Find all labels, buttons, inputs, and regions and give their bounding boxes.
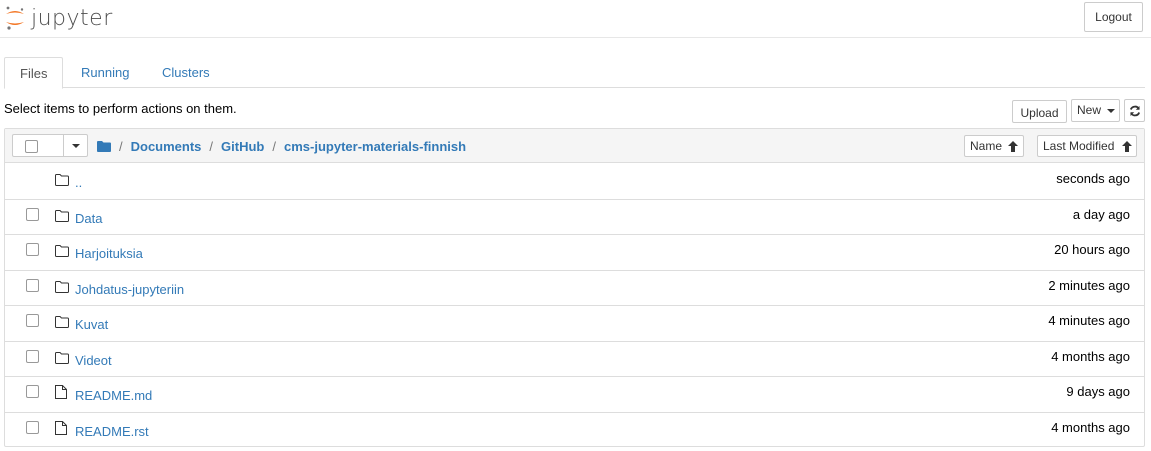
row-checkbox[interactable]: [26, 243, 39, 256]
breadcrumb-current-folder[interactable]: cms-jupyter-materials-finnish: [284, 139, 466, 154]
file-list-header: / Documents / GitHub / cms-jupyter-mater…: [5, 129, 1144, 163]
breadcrumb-separator: /: [272, 138, 276, 154]
file-row[interactable]: Kuvat 4 minutes ago: [5, 306, 1144, 342]
last-modified: 20 hours ago: [1054, 242, 1130, 257]
file-row[interactable]: Harjoituksia 20 hours ago: [5, 235, 1144, 271]
refresh-button[interactable]: [1124, 99, 1145, 122]
new-label: New: [1077, 103, 1102, 117]
folder-home-icon[interactable]: [97, 140, 111, 152]
row-checkbox[interactable]: [26, 278, 39, 292]
file-name-link[interactable]: ..: [75, 175, 82, 190]
refresh-icon: [1129, 105, 1141, 117]
sort-name-label: Name: [970, 139, 1003, 153]
file-row[interactable]: Videot 4 months ago: [5, 342, 1144, 377]
last-modified: 4 months ago: [1051, 419, 1130, 435]
file-name-link[interactable]: README.md: [75, 388, 152, 403]
caret-down-icon: [1107, 109, 1115, 113]
tab-files[interactable]: Files: [4, 57, 64, 89]
arrow-up-icon: [1122, 141, 1132, 152]
last-modified: 4 months ago: [1051, 348, 1130, 364]
logout-button[interactable]: Logout: [1084, 2, 1143, 32]
row-checkbox[interactable]: [26, 420, 39, 434]
file-row[interactable]: Data a day ago: [5, 200, 1144, 235]
last-modified: 9 days ago: [1066, 384, 1130, 399]
logo-text: jupyter: [31, 5, 113, 31]
file-row[interactable]: Johdatus-jupyteriin 2 minutes ago: [5, 271, 1144, 306]
sort-by-modified-button[interactable]: Last Modified: [1037, 135, 1137, 157]
file-name-link[interactable]: Data: [75, 211, 102, 226]
tab-bar: Files Running Clusters: [4, 57, 1145, 89]
header: jupyter Logout: [0, 0, 1151, 38]
breadcrumb-github[interactable]: GitHub: [221, 139, 264, 154]
row-checkbox[interactable]: [26, 385, 39, 398]
file-name-link[interactable]: README.rst: [75, 424, 149, 439]
breadcrumb-separator: /: [209, 138, 214, 154]
new-dropdown-button[interactable]: New: [1071, 99, 1120, 122]
jupyter-logo-icon: [6, 6, 24, 30]
selection-hint: Select items to perform actions on them.: [4, 101, 237, 116]
file-name-link[interactable]: Harjoituksia: [75, 246, 143, 261]
folder-icon: [55, 245, 69, 260]
folder-icon: [55, 351, 69, 367]
split-divider: [63, 135, 64, 156]
sort-by-name-button[interactable]: Name: [964, 135, 1024, 157]
folder-icon: [55, 280, 69, 296]
file-row[interactable]: .. seconds ago: [5, 164, 1144, 200]
file-name-link[interactable]: Videot: [75, 353, 112, 368]
folder-icon: [55, 174, 69, 189]
select-all-checkbox[interactable]: [25, 140, 38, 153]
file-name-link[interactable]: Kuvat: [75, 317, 108, 332]
breadcrumb: / Documents / GitHub / cms-jupyter-mater…: [97, 138, 466, 154]
sort-modified-label: Last Modified: [1043, 139, 1115, 153]
folder-icon: [55, 316, 69, 331]
file-row[interactable]: README.md 9 days ago: [5, 377, 1144, 413]
last-modified: 2 minutes ago: [1048, 277, 1130, 293]
select-all-dropdown[interactable]: [12, 134, 88, 157]
breadcrumb-separator: /: [119, 138, 123, 154]
caret-down-icon[interactable]: [72, 144, 80, 148]
upload-button[interactable]: Upload: [1012, 100, 1067, 123]
tab-running[interactable]: Running: [66, 57, 144, 88]
tab-clusters[interactable]: Clusters: [147, 57, 225, 88]
row-checkbox[interactable]: [26, 314, 39, 327]
breadcrumb-documents[interactable]: Documents: [131, 139, 202, 154]
file-row[interactable]: README.rst 4 months ago: [5, 413, 1144, 449]
folder-icon: [55, 209, 69, 225]
last-modified: a day ago: [1072, 206, 1130, 222]
file-icon: [55, 420, 67, 438]
last-modified: seconds ago: [1056, 171, 1130, 186]
file-list: / Documents / GitHub / cms-jupyter-mater…: [4, 128, 1145, 447]
arrow-up-icon: [1008, 141, 1018, 152]
row-checkbox[interactable]: [26, 349, 39, 363]
file-name-link[interactable]: Johdatus-jupyteriin: [75, 282, 184, 297]
last-modified: 4 minutes ago: [1048, 313, 1130, 328]
file-icon: [55, 385, 67, 402]
jupyter-logo[interactable]: jupyter: [4, 4, 113, 32]
row-checkbox[interactable]: [26, 207, 39, 221]
